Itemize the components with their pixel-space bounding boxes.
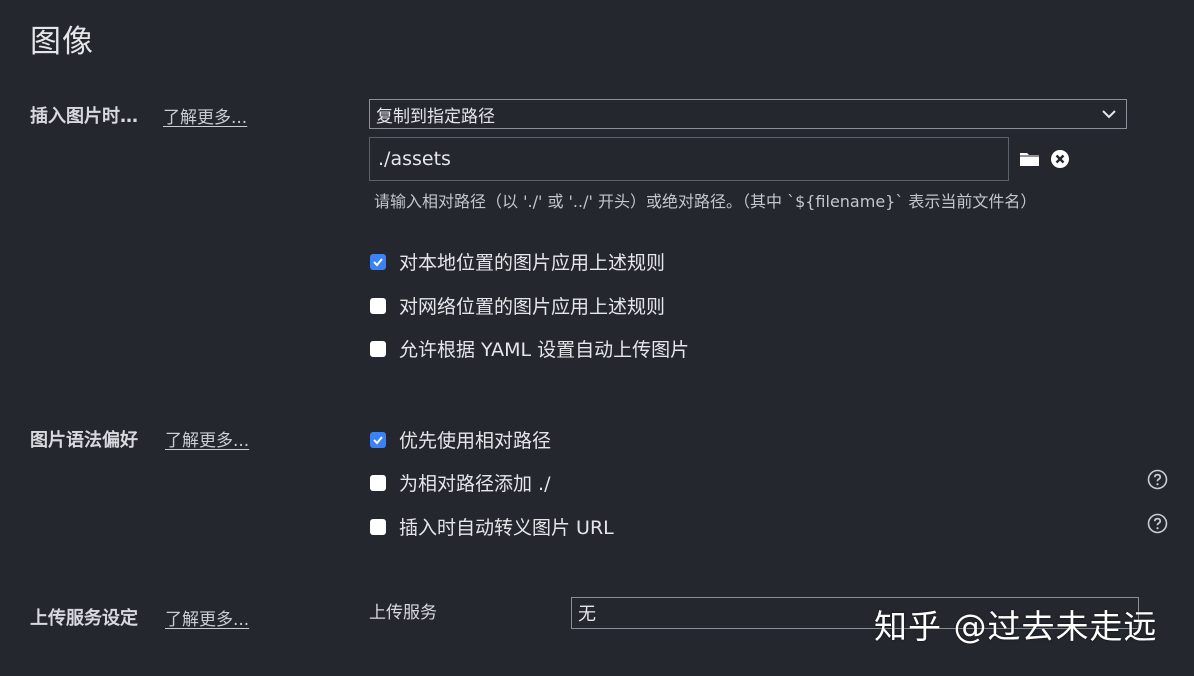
checkbox-unchecked[interactable]	[370, 340, 386, 357]
option-label: 对网络位置的图片应用上述规则	[399, 296, 666, 318]
option-label: 对本地位置的图片应用上述规则	[399, 252, 666, 274]
check-icon	[373, 435, 383, 444]
option-yaml-upload[interactable]: 允许根据 YAML 设置自动上传图片	[369, 335, 689, 362]
insert-image-label: 插入图片时…	[30, 106, 138, 127]
upload-learn-more-link[interactable]: 了解更多...	[165, 605, 249, 630]
checkbox-unchecked[interactable]	[370, 518, 386, 535]
option-local-images[interactable]: 对本地位置的图片应用上述规则	[369, 248, 665, 275]
question-circle-icon[interactable]	[1147, 513, 1168, 534]
option-label: 优先使用相对路径	[399, 430, 552, 452]
chevron-down-icon	[1102, 110, 1116, 119]
syntax-pref-label: 图片语法偏好	[30, 430, 138, 451]
image-preferences-page: 图像 插入图片时… 了解更多... 复制到指定路径 请输入相对路径（以 './'…	[0, 0, 1194, 676]
checkbox-unchecked[interactable]	[370, 474, 386, 491]
option-label: 为相对路径添加 ./	[399, 473, 551, 495]
checkbox-checked[interactable]	[370, 431, 386, 448]
option-prefer-relative[interactable]: 优先使用相对路径	[369, 426, 551, 453]
close-circle-icon[interactable]	[1049, 148, 1071, 170]
option-label: 插入时自动转义图片 URL	[399, 517, 614, 539]
upload-settings-label: 上传服务设定	[30, 608, 138, 629]
checkbox-checked[interactable]	[370, 253, 386, 270]
folder-icon[interactable]	[1019, 148, 1041, 170]
image-path-input[interactable]	[369, 137, 1009, 181]
image-path-hint: 请输入相对路径（以 './' 或 '../' 开头）或绝对路径。（其中 `${f…	[374, 192, 1037, 211]
upload-service-value: 无	[578, 604, 596, 625]
question-circle-icon[interactable]	[1147, 469, 1168, 490]
checkbox-unchecked[interactable]	[370, 297, 386, 314]
insert-image-learn-more-link[interactable]: 了解更多...	[163, 103, 247, 128]
page-title: 图像	[30, 24, 94, 60]
option-add-dot-slash[interactable]: 为相对路径添加 ./	[369, 469, 550, 496]
option-network-images[interactable]: 对网络位置的图片应用上述规则	[369, 292, 665, 319]
option-escape-url[interactable]: 插入时自动转义图片 URL	[369, 513, 614, 540]
watermark: 知乎 @过去未走远	[874, 607, 1158, 646]
insert-image-action-value: 复制到指定路径	[376, 106, 495, 127]
insert-image-action-select[interactable]: 复制到指定路径	[369, 99, 1127, 129]
upload-service-label: 上传服务	[369, 603, 437, 623]
syntax-pref-learn-more-link[interactable]: 了解更多...	[165, 426, 249, 451]
option-label: 允许根据 YAML 设置自动上传图片	[399, 339, 690, 361]
check-icon	[373, 257, 383, 266]
